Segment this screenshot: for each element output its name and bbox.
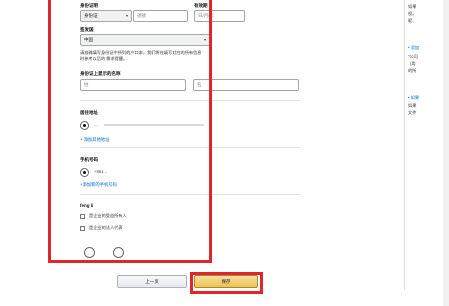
save-highlight-frame — [190, 272, 263, 294]
form-highlight-frame — [48, 0, 212, 263]
help-link[interactable]: • 添加 — [408, 45, 419, 51]
help-text: 如果 — [408, 103, 417, 108]
help-text: 昵、 — [408, 18, 417, 23]
help-text: 如果 — [408, 4, 417, 9]
help-text: 权。 — [408, 11, 417, 16]
previous-page-button[interactable]: 上一页 — [117, 275, 187, 288]
right-panel-divider — [404, 0, 405, 290]
help-text: "公司 — [408, 54, 418, 59]
help-text: 文件 — [408, 110, 417, 115]
page-scrollbar[interactable] — [443, 0, 449, 306]
help-link[interactable]: • 如果 — [408, 95, 419, 101]
help-text: (用 — [410, 61, 416, 66]
help-text: 的所 — [408, 68, 417, 73]
